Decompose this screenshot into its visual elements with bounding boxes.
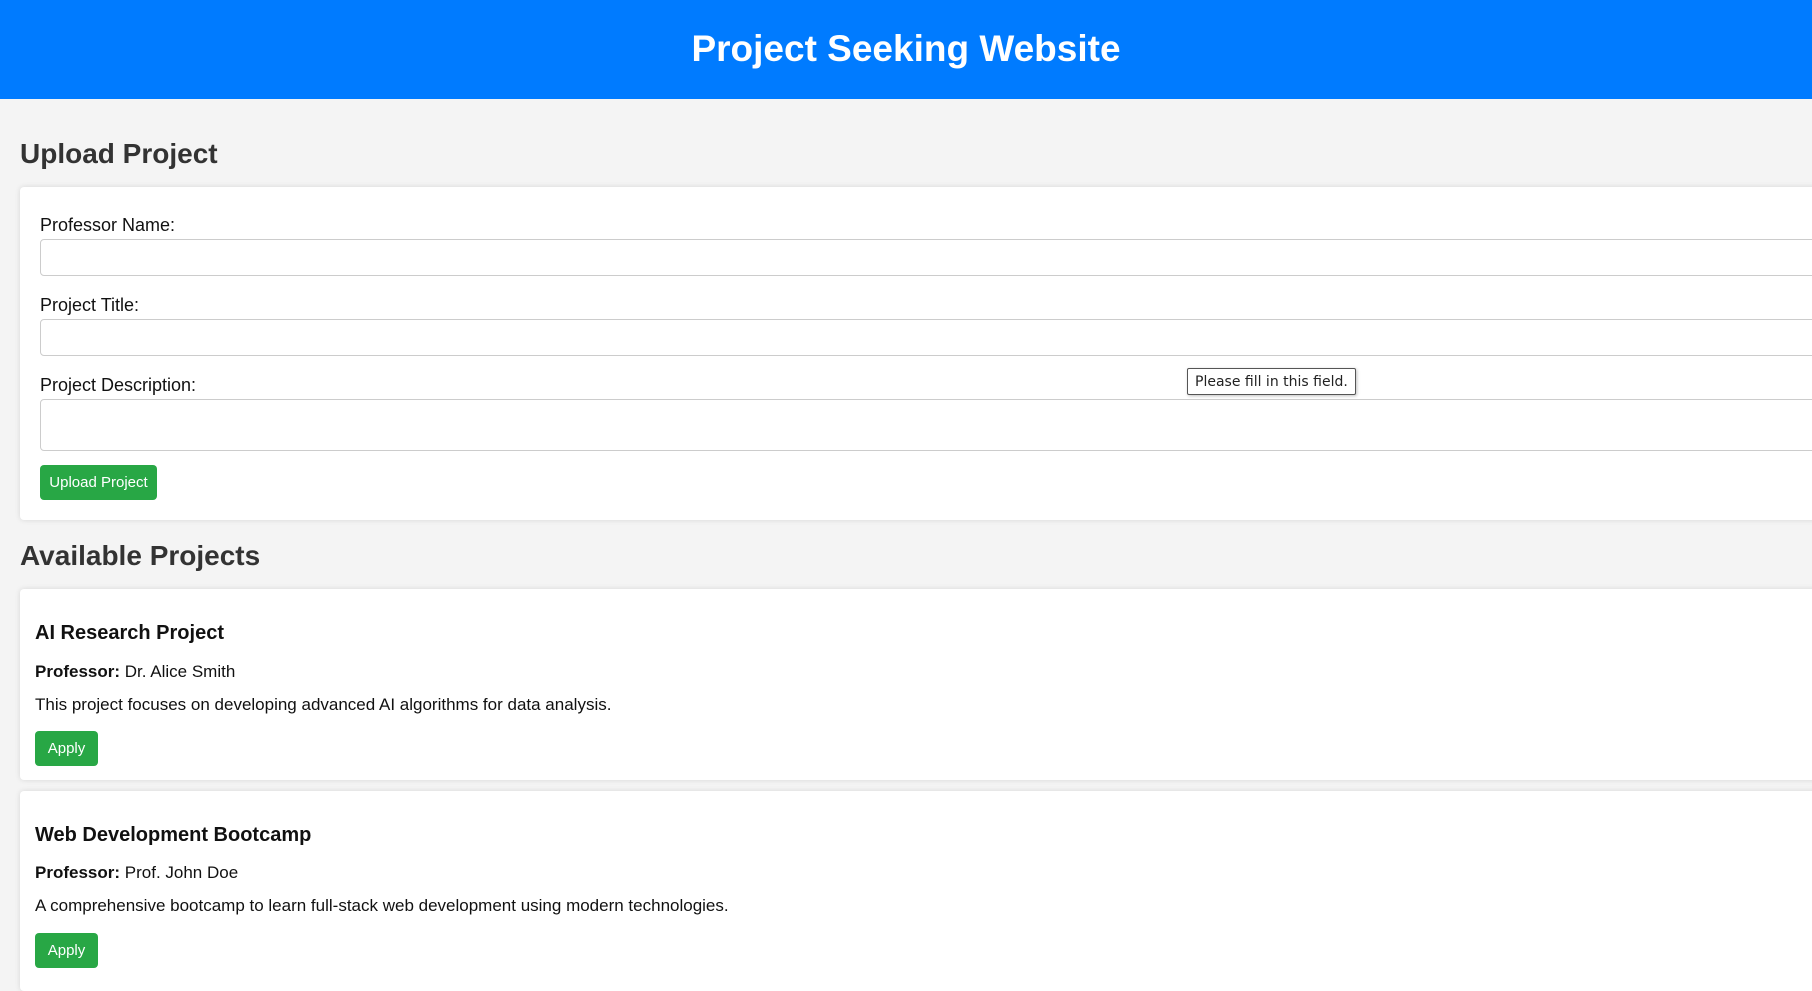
professor-prefix-label: Professor: xyxy=(35,863,121,882)
project-description: A comprehensive bootcamp to learn full-s… xyxy=(35,896,729,915)
available-projects-heading: Available Projects xyxy=(20,540,261,571)
project-title: Web Development Bootcamp xyxy=(35,824,312,846)
project-description-textarea[interactable] xyxy=(40,399,1812,451)
upload-project-form: Professor Name: Project Title: Project D… xyxy=(20,187,1812,520)
site-header: Project Seeking Website xyxy=(0,0,1812,99)
project-professor: Professor: Dr. Alice Smith xyxy=(35,662,235,682)
project-card: Web Development Bootcamp Professor: Prof… xyxy=(20,791,1812,991)
site-title: Project Seeking Website xyxy=(691,27,1121,69)
project-card: AI Research Project Professor: Dr. Alice… xyxy=(20,589,1812,780)
project-description: This project focuses on developing advan… xyxy=(35,695,612,714)
project-title: AI Research Project xyxy=(35,622,224,644)
project-professor: Professor: Prof. John Doe xyxy=(35,863,238,883)
upload-section-heading: Upload Project xyxy=(20,138,218,169)
professor-prefix-label: Professor: xyxy=(35,662,121,681)
upload-project-button[interactable]: Upload Project xyxy=(40,465,157,500)
professor-name: Dr. Alice Smith xyxy=(124,662,236,681)
validation-tooltip: Please fill in this field. xyxy=(1187,368,1356,395)
professor-name: Prof. John Doe xyxy=(124,863,239,882)
professor-name-input[interactable] xyxy=(40,239,1812,276)
project-description-label: Project Description: xyxy=(40,375,197,395)
apply-button[interactable]: Apply xyxy=(35,933,98,968)
project-title-label: Project Title: xyxy=(40,295,140,315)
professor-name-label: Professor Name: xyxy=(40,215,176,235)
project-title-input[interactable] xyxy=(40,319,1812,356)
apply-button[interactable]: Apply xyxy=(35,731,98,766)
